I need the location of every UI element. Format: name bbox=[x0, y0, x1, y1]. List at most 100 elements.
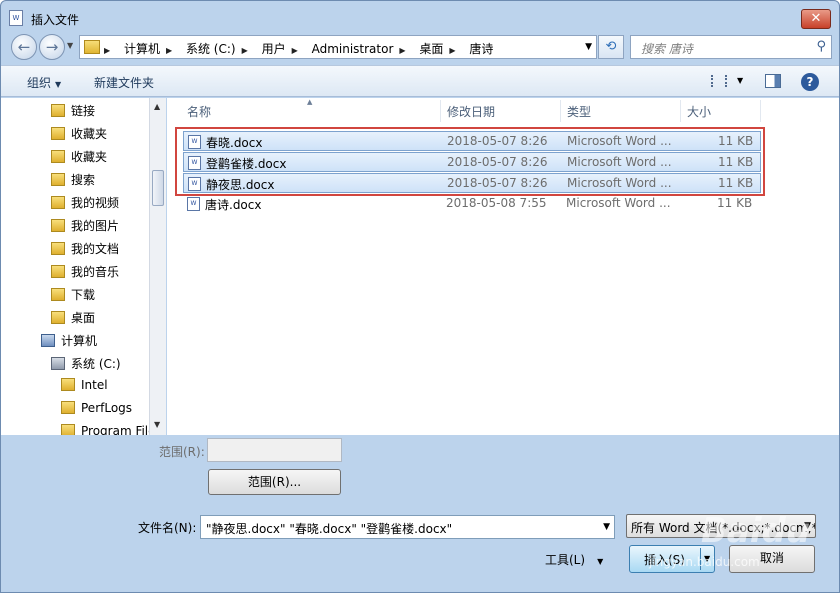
sidebar-item-favorites[interactable]: 收藏夹 bbox=[51, 125, 107, 145]
sidebar-item-program-files[interactable]: Program Files bbox=[61, 424, 149, 435]
computer-icon bbox=[41, 334, 55, 347]
sidebar-item-videos[interactable]: 我的视频 bbox=[51, 194, 119, 214]
forward-arrow-icon: → bbox=[45, 38, 59, 56]
column-divider[interactable] bbox=[560, 100, 561, 122]
sidebar-item-favorites-2[interactable]: 收藏夹 bbox=[51, 148, 107, 168]
navigation-scrollbar[interactable]: ▲ ▼ bbox=[149, 98, 166, 435]
new-folder-button[interactable]: 新建文件夹 bbox=[94, 74, 154, 91]
sidebar-item-links[interactable]: 链接 bbox=[51, 102, 95, 122]
insert-file-dialog: W 插入文件 ✕ ← → ▼ ▶ 计算机 ▶ 系统 (C:) ▶ 用户 ▶ Admin… bbox=[0, 0, 840, 593]
sidebar-item-label: 搜索 bbox=[71, 173, 96, 187]
close-button[interactable]: ✕ bbox=[801, 9, 831, 29]
file-row[interactable]: W 唐诗.docx 2018-05-08 7:55 Microsoft Word… bbox=[183, 194, 761, 214]
sidebar-item-label: 我的图片 bbox=[71, 219, 120, 233]
column-divider[interactable] bbox=[760, 100, 761, 122]
range-button[interactable]: 范围(R)... bbox=[208, 469, 341, 495]
refresh-button[interactable]: ⟲ bbox=[598, 35, 624, 59]
window-title: 插入文件 bbox=[31, 13, 80, 27]
chevron-right-icon[interactable]: ▶ bbox=[292, 46, 298, 55]
tools-menu-button[interactable]: 工具(L) ▼ bbox=[545, 551, 603, 568]
folder-icon bbox=[51, 288, 65, 301]
scroll-up-icon[interactable]: ▲ bbox=[154, 102, 160, 111]
breadcrumb-item[interactable]: 唐诗 bbox=[469, 42, 493, 56]
column-header-size[interactable]: 大小 bbox=[687, 103, 711, 120]
column-header-date[interactable]: 修改日期 bbox=[447, 103, 495, 120]
sidebar-item-perflogs[interactable]: PerfLogs bbox=[61, 401, 132, 421]
folder-icon bbox=[51, 219, 65, 232]
chevron-down-icon[interactable]: ▼ bbox=[603, 522, 610, 532]
breadcrumb-item[interactable]: 系统 (C:) bbox=[186, 42, 236, 56]
folder-icon bbox=[51, 127, 65, 140]
folder-icon bbox=[51, 311, 65, 324]
sidebar-item-label: 收藏夹 bbox=[71, 127, 108, 141]
range-label: 范围(R): bbox=[159, 445, 205, 459]
sidebar-item-computer[interactable]: 计算机 bbox=[41, 332, 97, 352]
tools-label: 工具(L) bbox=[545, 553, 586, 567]
scroll-down-icon[interactable]: ▼ bbox=[154, 420, 160, 429]
sidebar-item-label: 我的视频 bbox=[71, 196, 120, 210]
sidebar-item-intel[interactable]: Intel bbox=[61, 378, 108, 398]
column-header-name[interactable]: 名称 bbox=[187, 103, 211, 120]
help-icon[interactable]: ? bbox=[801, 73, 819, 91]
file-date: 2018-05-08 7:55 bbox=[446, 196, 547, 210]
sidebar-item-label: 我的音乐 bbox=[71, 265, 120, 279]
navigation-bar: ← → ▼ ▶ 计算机 ▶ 系统 (C:) ▶ 用户 ▶ Administrator ▶… bbox=[1, 31, 839, 63]
chevron-right-icon[interactable]: ▶ bbox=[166, 46, 172, 55]
folder-icon bbox=[51, 104, 65, 117]
sidebar-item-label: 计算机 bbox=[61, 334, 98, 348]
chevron-down-icon: ▼ bbox=[55, 80, 62, 89]
sidebar-item-music[interactable]: 我的音乐 bbox=[51, 263, 119, 283]
back-arrow-icon: ← bbox=[17, 38, 31, 56]
breadcrumb-item[interactable]: 用户 bbox=[262, 42, 286, 56]
sidebar-item-search[interactable]: 搜索 bbox=[51, 171, 95, 191]
file-size: 11 KB bbox=[717, 196, 753, 210]
search-icon: ⚲ bbox=[816, 39, 826, 54]
sidebar-item-downloads[interactable]: 下载 bbox=[51, 286, 95, 306]
breadcrumb-item[interactable]: Administrator bbox=[312, 42, 394, 56]
chevron-right-icon[interactable]: ▶ bbox=[242, 46, 248, 55]
chevron-down-icon[interactable]: ▼ bbox=[585, 42, 592, 52]
chevron-right-icon[interactable]: ▶ bbox=[449, 46, 455, 55]
view-options-icon[interactable] bbox=[711, 75, 727, 87]
drive-icon bbox=[51, 357, 65, 370]
sidebar-item-label: 桌面 bbox=[71, 311, 96, 325]
filename-input[interactable]: "静夜思.docx" "春晓.docx" "登鹳雀楼.docx" ▼ bbox=[200, 515, 615, 539]
column-header-type[interactable]: 类型 bbox=[567, 103, 591, 120]
folder-icon bbox=[61, 424, 75, 435]
file-name: 唐诗.docx bbox=[205, 198, 262, 212]
refresh-icon: ⟲ bbox=[605, 39, 617, 54]
back-button[interactable]: ← bbox=[11, 34, 37, 60]
sidebar-item-label: Intel bbox=[81, 378, 108, 392]
sidebar-item-label: PerfLogs bbox=[81, 401, 133, 415]
watermark-logo: Baidu bbox=[701, 511, 811, 551]
toolbar: 组织 ▼ 新建文件夹 ▼ ? bbox=[1, 65, 839, 97]
folder-icon bbox=[84, 40, 100, 54]
address-bar[interactable]: ▶ 计算机 ▶ 系统 (C:) ▶ 用户 ▶ Administrator ▶ 桌面 ▶ 唐… bbox=[79, 35, 597, 59]
column-divider[interactable] bbox=[440, 100, 441, 122]
chevron-right-icon[interactable]: ▶ bbox=[399, 46, 405, 55]
breadcrumb-item[interactable]: 桌面 bbox=[419, 42, 443, 56]
file-type: Microsoft Word ... bbox=[566, 196, 671, 210]
preview-pane-icon[interactable] bbox=[765, 74, 781, 88]
chevron-right-icon[interactable]: ▶ bbox=[104, 46, 110, 55]
breadcrumb-item[interactable]: 计算机 bbox=[124, 42, 160, 56]
sort-ascending-icon: ▲ bbox=[307, 98, 313, 106]
column-divider[interactable] bbox=[680, 100, 681, 122]
scrollbar-thumb[interactable] bbox=[152, 170, 164, 206]
sidebar-item-documents[interactable]: 我的文档 bbox=[51, 240, 119, 260]
sidebar-item-label: Program Files bbox=[81, 424, 149, 435]
sidebar-item-system-drive[interactable]: 系统 (C:) bbox=[51, 355, 121, 375]
sidebar-item-label: 收藏夹 bbox=[71, 150, 108, 164]
recent-locations-dropdown[interactable]: ▼ bbox=[67, 41, 73, 50]
filename-value: "静夜思.docx" "春晓.docx" "登鹳雀楼.docx" bbox=[206, 522, 453, 536]
sidebar-item-desktop[interactable]: 桌面 bbox=[51, 309, 95, 329]
sidebar-item-pictures[interactable]: 我的图片 bbox=[51, 217, 119, 237]
filename-label: 文件名(N): bbox=[138, 521, 197, 535]
forward-button[interactable]: → bbox=[39, 34, 65, 60]
chevron-down-icon[interactable]: ▼ bbox=[737, 76, 743, 85]
folder-icon bbox=[61, 401, 75, 414]
search-placeholder: 搜索 唐诗 bbox=[641, 42, 693, 56]
search-input[interactable]: 搜索 唐诗 ⚲ bbox=[630, 35, 832, 59]
organize-button[interactable]: 组织 ▼ bbox=[27, 74, 61, 91]
folder-icon bbox=[51, 242, 65, 255]
